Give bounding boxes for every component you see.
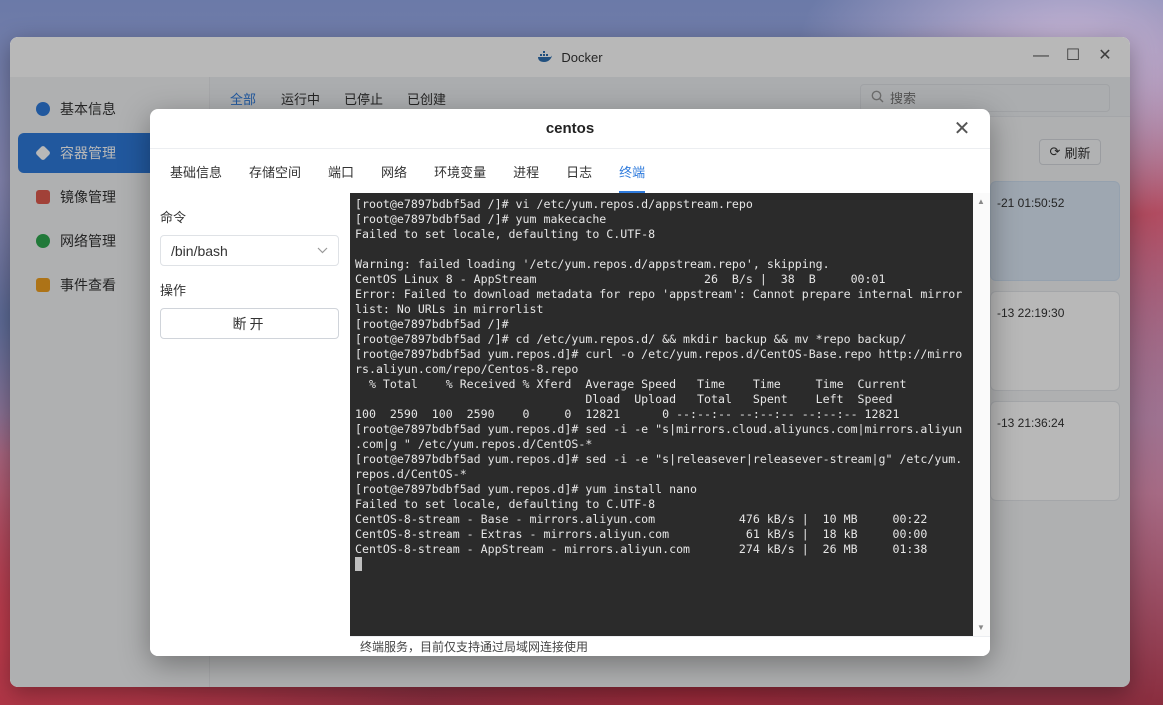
terminal-line: CentOS-8-stream - AppStream - mirrors.al… [355,542,928,556]
terminal-line: Warning: failed loading '/etc/yum.repos.… [355,257,830,271]
dialog-close-icon[interactable]: ✕ [952,119,972,139]
container-detail-dialog: centos ✕ 基础信息 存储空间 端口 网络 环境变量 进程 日志 终端 命… [150,109,990,656]
terminal-line: Dload Upload Total Spent Left Speed [355,392,893,406]
terminal-output[interactable]: [root@e7897bdbf5ad /]# vi /etc/yum.repos… [350,193,973,636]
terminal-line: Error: Failed to download metadata for r… [355,287,963,301]
terminal-line: .com|g " /etc/yum.repos.d/CentOS-* [355,437,593,451]
tab-basic-info[interactable]: 基础信息 [170,149,222,193]
terminal-line: CentOS-8-stream - Base - mirrors.aliyun.… [355,512,928,526]
scroll-down-arrow-icon[interactable]: ▼ [977,623,985,632]
terminal-line: repos.d/CentOS-* [355,467,467,481]
tab-storage[interactable]: 存储空间 [249,149,301,193]
tab-terminal[interactable]: 终端 [619,149,646,193]
terminal-line: % Total % Received % Xferd Average Speed… [355,377,907,391]
terminal-cursor [355,557,362,571]
tab-env-vars[interactable]: 环境变量 [434,149,486,193]
tab-processes[interactable]: 进程 [513,149,539,193]
chevron-down-icon [317,245,328,257]
tab-ports[interactable]: 端口 [328,149,354,193]
terminal-line: [root@e7897bdbf5ad yum.repos.d]# sed -i … [355,422,963,436]
terminal-line: CentOS Linux 8 - AppStream 26 B/s | 38 B… [355,272,886,286]
terminal-scrollbar[interactable]: ▲ ▼ [973,193,990,636]
dialog-header: centos ✕ [150,109,990,149]
terminal-line: [root@e7897bdbf5ad yum.repos.d]# sed -i … [355,452,963,466]
terminal-line: Failed to set locale, defaulting to C.UT… [355,497,656,511]
terminal-line: CentOS-8-stream - Extras - mirrors.aliyu… [355,527,928,541]
terminal-line: [root@e7897bdbf5ad /]# [355,317,509,331]
dialog-tabs: 基础信息 存储空间 端口 网络 环境变量 进程 日志 终端 [150,149,990,193]
terminal-options-panel: 命令 /bin/bash 操作 断开 [150,193,350,656]
terminal-cursor-line [355,557,968,572]
terminal-line: 100 2590 100 2590 0 0 12821 0 --:--:-- -… [355,407,900,421]
disconnect-button[interactable]: 断开 [160,308,339,339]
tab-network[interactable]: 网络 [381,149,407,193]
terminal-footer-note: 终端服务，目前仅支持通过局域网连接使用 [350,636,990,656]
command-select[interactable]: /bin/bash [160,235,339,266]
terminal-line: [root@e7897bdbf5ad yum.repos.d]# curl -o… [355,347,963,361]
tab-logs[interactable]: 日志 [566,149,592,193]
terminal-line: [root@e7897bdbf5ad /]# vi /etc/yum.repos… [355,197,753,211]
terminal-line: [root@e7897bdbf5ad /]# yum makecache [355,212,607,226]
terminal-line: [root@e7897bdbf5ad yum.repos.d]# yum ins… [355,482,698,496]
terminal-line: list: No URLs in mirrorlist [355,302,544,316]
dialog-title: centos [545,120,595,137]
terminal-line: Failed to set locale, defaulting to C.UT… [355,227,656,241]
command-select-value: /bin/bash [171,242,228,259]
scroll-up-arrow-icon[interactable]: ▲ [977,197,985,206]
terminal-line: [root@e7897bdbf5ad /]# cd /etc/yum.repos… [355,332,907,346]
terminal-line: rs.aliyun.com/repo/Centos-8.repo [355,362,579,376]
action-label: 操作 [160,283,187,298]
command-label: 命令 [160,210,187,225]
